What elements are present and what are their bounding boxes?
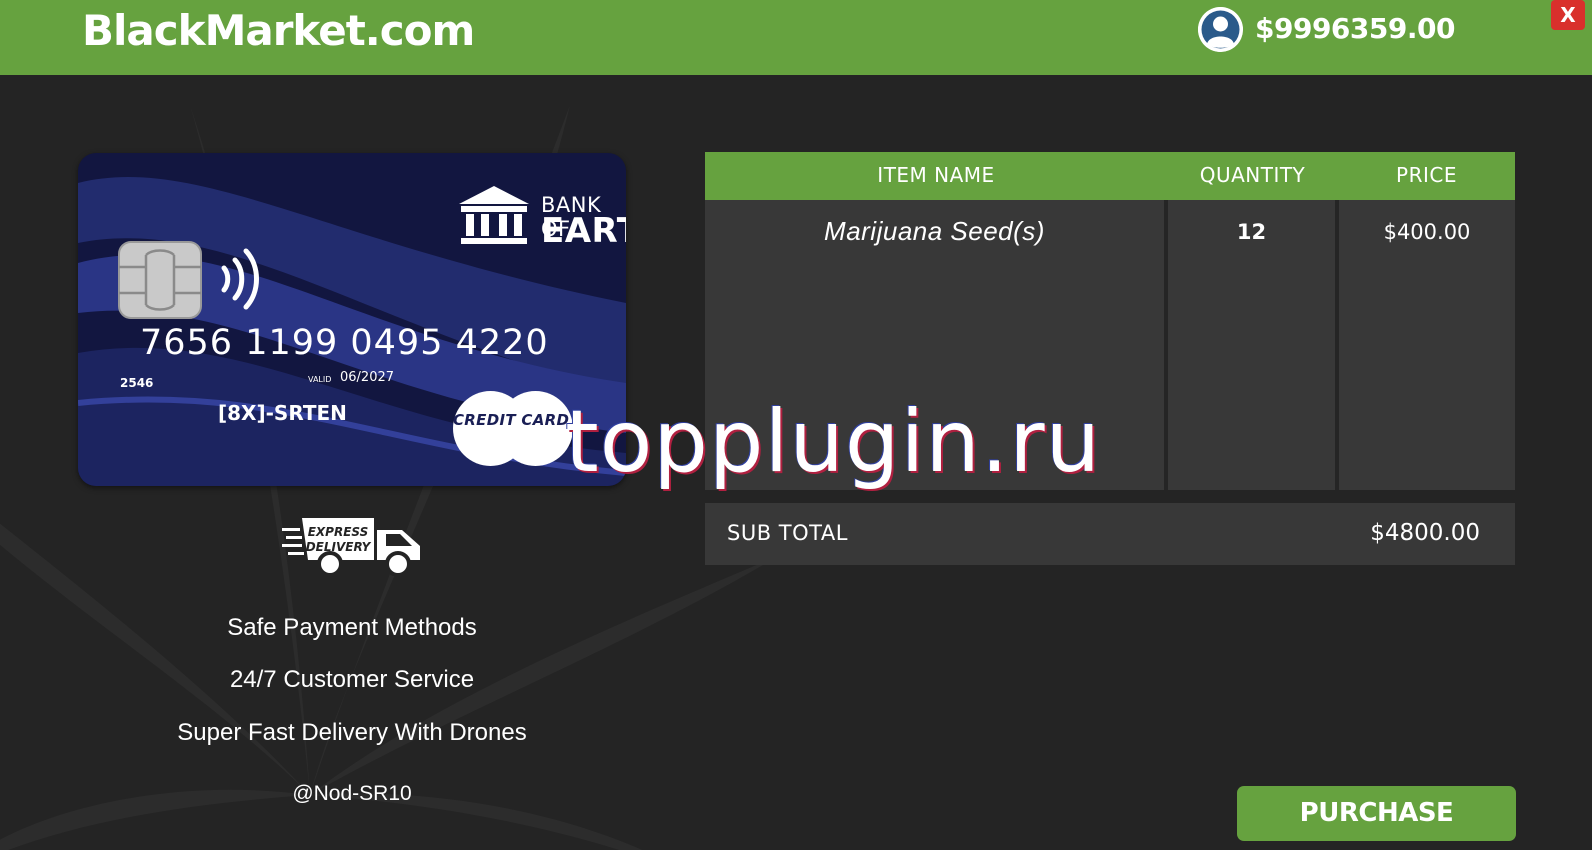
header-quantity: QUANTITY [1199, 163, 1306, 187]
bank-building-icon [459, 186, 529, 244]
valid-date: 06/2027 [340, 370, 395, 385]
top-bar: BlackMarket.com $9996359.00 X [0, 0, 1592, 75]
item-quantity-cell: 12 [1236, 220, 1267, 244]
valid-label: VALID [308, 375, 332, 384]
delivery-text-1: EXPRESS [308, 525, 369, 539]
feature-customer-service: 24/7 Customer Service [229, 666, 475, 693]
delivery-text-2: DELIVERY [306, 540, 372, 554]
header-price: PRICE [1396, 163, 1457, 187]
subtotal-bar: SUB TOTAL $4800.00 [705, 503, 1515, 565]
table-header: ITEM NAME QUANTITY PRICE [705, 152, 1515, 200]
card-chip-icon [118, 241, 202, 319]
card-holder-name: [8X]-SRTEN [218, 401, 347, 425]
account-balance: $9996359.00 [1255, 12, 1455, 45]
bank-name-line2: EARTH [541, 211, 626, 251]
close-button[interactable]: X [1551, 0, 1585, 30]
card-brand-label: CREDIT CARD [453, 411, 570, 429]
credit-card: BANK OF EARTH 7656 1199 0495 4220 2546 V… [78, 153, 626, 486]
card-number: 7656 1199 0495 4220 [140, 323, 549, 363]
card-cvv: 2546 [120, 376, 154, 390]
feature-drone-delivery: Super Fast Delivery With Drones [177, 719, 527, 746]
watermark-text: topplugin.ru [565, 392, 1102, 492]
user-avatar-icon[interactable] [1198, 7, 1243, 52]
item-price-cell: $400.00 [1383, 220, 1471, 244]
express-delivery-truck-icon: EXPRESS DELIVERY [282, 518, 420, 576]
site-logo[interactable]: BlackMarket.com [82, 6, 475, 55]
contactless-icon [221, 248, 259, 310]
subtotal-label: SUB TOTAL [727, 521, 848, 545]
item-name-cell: Marijuana Seed(s) [824, 216, 1045, 246]
author-handle: @Nod-SR10 [292, 782, 412, 805]
subtotal-value: $4800.00 [1370, 520, 1480, 546]
feature-safe-payment: Safe Payment Methods [227, 614, 477, 641]
header-item-name: ITEM NAME [877, 163, 995, 187]
purchase-button[interactable]: PURCHASE [1237, 786, 1516, 841]
